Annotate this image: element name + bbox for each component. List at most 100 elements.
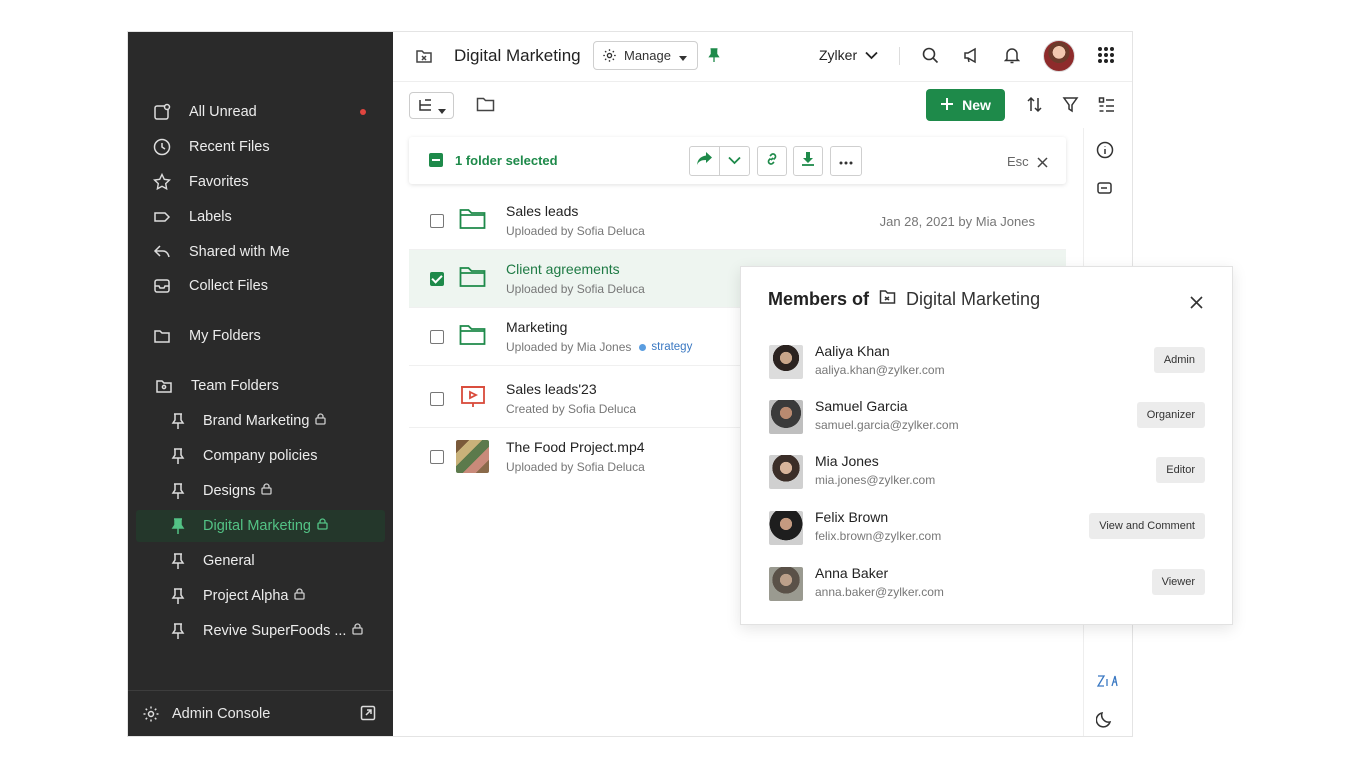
sidebar-item-label: General bbox=[203, 553, 255, 569]
avatar bbox=[769, 400, 803, 434]
role-badge[interactable]: Editor bbox=[1156, 457, 1205, 483]
sidebar-item-digital-marketing[interactable]: Digital Marketing bbox=[136, 510, 385, 542]
admin-console-button[interactable]: Admin Console bbox=[128, 690, 393, 736]
sidebar-item-my-folders[interactable]: My Folders bbox=[128, 320, 393, 352]
bell-icon[interactable] bbox=[1003, 47, 1021, 69]
share-options-button[interactable] bbox=[719, 146, 750, 176]
link-icon bbox=[764, 151, 780, 172]
info-icon[interactable] bbox=[1096, 141, 1114, 164]
plus-icon bbox=[940, 97, 954, 114]
sidebar-item-labels[interactable]: Labels bbox=[128, 201, 393, 233]
presentation-file-icon bbox=[460, 384, 486, 413]
new-label: New bbox=[962, 97, 991, 113]
sidebar-item-brand-marketing[interactable]: Brand Marketing bbox=[128, 405, 393, 437]
search-icon[interactable] bbox=[922, 47, 939, 69]
sidebar-item-shared-with-me[interactable]: Shared with Me bbox=[128, 236, 393, 268]
role-badge[interactable]: Admin bbox=[1153, 347, 1205, 373]
pin-icon bbox=[168, 411, 188, 431]
row-checkbox[interactable] bbox=[430, 272, 444, 286]
tree-view-button[interactable] bbox=[409, 92, 454, 119]
download-button[interactable] bbox=[793, 146, 823, 176]
zia-icon[interactable] bbox=[1096, 672, 1118, 695]
user-avatar[interactable] bbox=[1043, 40, 1075, 72]
selection-bar: 1 folder selected Esc bbox=[409, 137, 1066, 184]
file-name: Sales leads bbox=[506, 203, 579, 219]
member-row: Mia Jones mia.jones@zylker.com Editor bbox=[769, 451, 1205, 495]
folder-icon bbox=[459, 324, 486, 351]
team-folder-icon bbox=[415, 47, 433, 70]
select-all-checkbox[interactable] bbox=[429, 153, 443, 167]
filter-icon[interactable] bbox=[1062, 96, 1079, 118]
sidebar-item-all-unread[interactable]: All Unread bbox=[128, 96, 393, 128]
sidebar-item-team-folders[interactable]: Team Folders bbox=[128, 370, 393, 402]
list-view-icon[interactable] bbox=[1098, 96, 1115, 118]
close-icon[interactable] bbox=[1037, 155, 1048, 173]
sidebar-item-company-policies[interactable]: Company policies bbox=[128, 440, 393, 472]
role-badge[interactable]: Organizer bbox=[1136, 402, 1205, 428]
file-name: The Food Project.mp4 bbox=[506, 439, 645, 455]
members-popup: Members of Digital Marketing Aaliya Khan… bbox=[740, 266, 1233, 625]
selection-count: 1 folder selected bbox=[455, 153, 558, 168]
avatar bbox=[769, 455, 803, 489]
member-row: Aaliya Khan aaliya.khan@zylker.com Admin bbox=[769, 341, 1205, 385]
share-arrow-icon bbox=[696, 151, 713, 171]
file-meta: Uploaded by Sofia Deluca bbox=[506, 460, 645, 474]
pin-icon[interactable] bbox=[707, 47, 721, 68]
org-switcher[interactable]: Zylker bbox=[819, 47, 878, 63]
clock-icon bbox=[152, 137, 172, 157]
row-checkbox[interactable] bbox=[430, 392, 444, 406]
sort-icon[interactable] bbox=[1026, 96, 1043, 118]
file-name: Sales leads'23 bbox=[506, 381, 597, 397]
pin-icon bbox=[168, 551, 188, 571]
folder-icon bbox=[459, 266, 486, 293]
close-icon[interactable] bbox=[1190, 296, 1203, 314]
member-row: Felix Brown felix.brown@zylker.com View … bbox=[769, 507, 1205, 551]
sidebar-item-label: Brand Marketing bbox=[203, 413, 310, 429]
share-button[interactable] bbox=[689, 146, 720, 176]
folder-icon[interactable] bbox=[476, 96, 495, 118]
sidebar-item-label: Revive SuperFoods ... bbox=[203, 623, 347, 639]
lock-icon bbox=[294, 588, 306, 604]
sidebar-item-recent-files[interactable]: Recent Files bbox=[128, 131, 393, 163]
moon-icon[interactable] bbox=[1095, 710, 1114, 733]
more-options-button[interactable] bbox=[830, 146, 862, 176]
role-badge[interactable]: Viewer bbox=[1151, 569, 1205, 595]
file-row[interactable]: Sales leads Uploaded by Sofia Deluca Jan… bbox=[409, 192, 1066, 250]
lock-icon bbox=[352, 623, 364, 639]
pin-icon bbox=[168, 516, 188, 536]
member-row: Samuel Garcia samuel.garcia@zylker.com O… bbox=[769, 396, 1205, 440]
file-date: Jan 28, 2021 by Mia Jones bbox=[879, 214, 1035, 229]
team-folder-icon bbox=[154, 376, 174, 396]
external-link-icon[interactable] bbox=[360, 705, 376, 725]
avatar bbox=[769, 345, 803, 379]
row-checkbox[interactable] bbox=[430, 214, 444, 228]
sidebar-item-designs[interactable]: Designs bbox=[128, 475, 393, 507]
sidebar-item-general[interactable]: General bbox=[128, 545, 393, 577]
member-row: Anna Baker anna.baker@zylker.com Viewer bbox=[769, 563, 1205, 607]
divider bbox=[899, 47, 900, 65]
org-name: Zylker bbox=[819, 47, 858, 63]
row-checkbox[interactable] bbox=[430, 330, 444, 344]
sidebar-item-favorites[interactable]: Favorites bbox=[128, 166, 393, 198]
unread-dot bbox=[360, 109, 366, 115]
new-button[interactable]: New bbox=[926, 89, 1005, 121]
role-badge[interactable]: View and Comment bbox=[1089, 513, 1205, 539]
member-email: anna.baker@zylker.com bbox=[815, 585, 944, 599]
gear-icon bbox=[142, 705, 160, 727]
folder-icon bbox=[459, 208, 486, 235]
sidebar-item-label: Recent Files bbox=[189, 139, 270, 155]
tag-badge[interactable]: strategy bbox=[639, 341, 692, 353]
sidebar-item-collect-files[interactable]: Collect Files bbox=[128, 270, 393, 302]
apps-grid-icon[interactable] bbox=[1097, 46, 1115, 69]
file-name: Client agreements bbox=[506, 261, 620, 277]
row-checkbox[interactable] bbox=[430, 450, 444, 464]
sidebar-item-label: My Folders bbox=[189, 328, 261, 344]
page-title: Digital Marketing bbox=[454, 46, 581, 65]
copy-link-button[interactable] bbox=[757, 146, 787, 176]
sidebar-item-project-alpha[interactable]: Project Alpha bbox=[128, 580, 393, 612]
sidebar-item-revive-superfoods[interactable]: Revive SuperFoods ... bbox=[128, 615, 393, 647]
more-horizontal-icon bbox=[839, 152, 853, 170]
manage-button[interactable]: Manage bbox=[593, 41, 698, 70]
announcement-icon[interactable] bbox=[963, 47, 980, 69]
label-icon[interactable] bbox=[1096, 179, 1114, 202]
